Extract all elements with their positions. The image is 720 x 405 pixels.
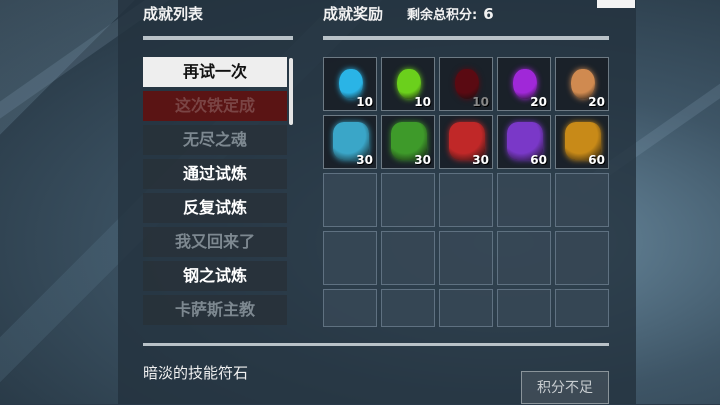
list-title-divider: [143, 36, 293, 40]
achievement-item[interactable]: 我又回来了: [143, 227, 287, 257]
reward-slot[interactable]: [497, 231, 551, 285]
achievement-item[interactable]: 无尽之魂: [143, 125, 287, 155]
reward-slot[interactable]: 60: [497, 115, 551, 169]
reward-cost: 20: [530, 95, 547, 109]
redeem-button[interactable]: 积分不足: [521, 371, 609, 404]
reward-slot[interactable]: [555, 173, 609, 227]
achievement-item[interactable]: 卡萨斯主教: [143, 295, 287, 325]
reward-slot[interactable]: [439, 173, 493, 227]
reward-cost: 60: [588, 153, 605, 167]
reward-slot[interactable]: [439, 289, 493, 327]
remaining-points: 剩余总积分: 6: [407, 4, 494, 23]
achievement-item[interactable]: 钢之试炼: [143, 261, 287, 291]
reward-cost: 10: [356, 95, 373, 109]
reward-slot[interactable]: 10: [439, 57, 493, 111]
achievement-item[interactable]: 这次铁定成: [143, 91, 287, 121]
reward-slot[interactable]: 30: [323, 115, 377, 169]
remaining-points-value: 6: [483, 5, 494, 23]
close-button-edge[interactable]: [597, 0, 635, 8]
reward-slot[interactable]: [497, 173, 551, 227]
achievement-list-title: 成就列表: [143, 5, 204, 23]
reward-cost: 30: [356, 153, 373, 167]
rewards-title-divider: [323, 36, 609, 40]
achievement-item[interactable]: 反复试炼: [143, 193, 287, 223]
reward-slot[interactable]: [439, 231, 493, 285]
reward-slot[interactable]: 30: [381, 115, 435, 169]
achievement-item[interactable]: 通过试炼: [143, 159, 287, 189]
reward-slot[interactable]: 10: [323, 57, 377, 111]
reward-slot[interactable]: [381, 231, 435, 285]
reward-slot[interactable]: 10: [381, 57, 435, 111]
reward-slot[interactable]: [555, 231, 609, 285]
reward-detail-title: 暗淡的技能符石: [143, 364, 249, 382]
remaining-points-label: 剩余总积分:: [407, 8, 478, 23]
detail-divider: [143, 343, 609, 346]
reward-cost: 30: [472, 153, 489, 167]
achievement-list[interactable]: 再试一次这次铁定成无尽之魂通过试炼反复试炼我又回来了钢之试炼卡萨斯主教: [143, 57, 287, 327]
achievement-item[interactable]: 再试一次: [143, 57, 287, 87]
reward-slot[interactable]: [555, 289, 609, 327]
reward-slot[interactable]: [323, 173, 377, 227]
reward-slot[interactable]: [381, 173, 435, 227]
reward-cost: 10: [414, 95, 431, 109]
rewards-title: 成就奖励: [323, 5, 384, 23]
reward-cost: 20: [588, 95, 605, 109]
reward-slot[interactable]: 30: [439, 115, 493, 169]
reward-cost: 60: [530, 153, 547, 167]
list-scrollbar[interactable]: [289, 58, 293, 125]
reward-cost: 30: [414, 153, 431, 167]
reward-slot[interactable]: [323, 289, 377, 327]
reward-slot[interactable]: [381, 289, 435, 327]
reward-slot[interactable]: 60: [555, 115, 609, 169]
reward-slot[interactable]: 20: [497, 57, 551, 111]
reward-slot[interactable]: [323, 231, 377, 285]
reward-slot[interactable]: [497, 289, 551, 327]
reward-slot[interactable]: 20: [555, 57, 609, 111]
reward-cost: 10: [472, 95, 489, 109]
